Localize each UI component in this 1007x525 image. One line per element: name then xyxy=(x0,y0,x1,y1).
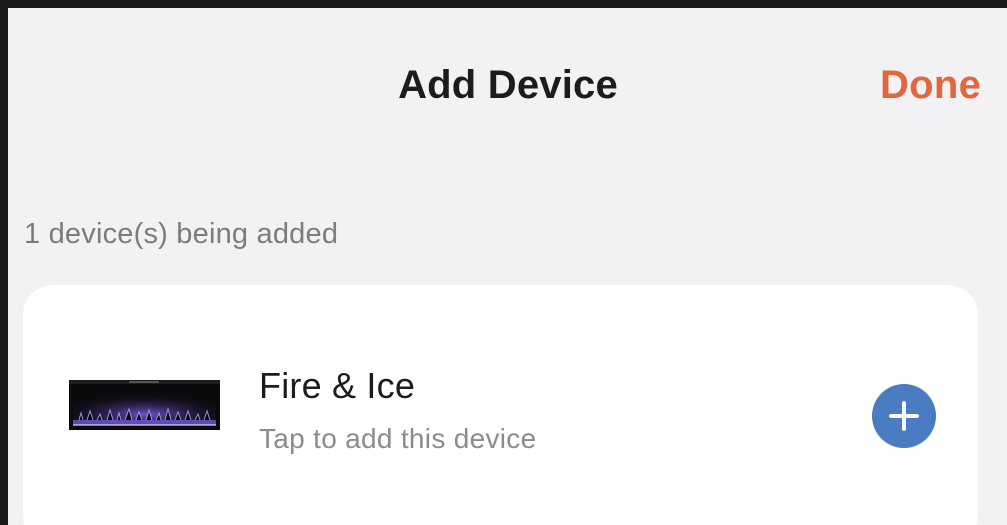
plus-icon xyxy=(889,401,919,431)
add-device-button[interactable] xyxy=(872,384,936,448)
device-card[interactable]: Fire & Ice Tap to add this device xyxy=(23,285,978,525)
devices-adding-caption: 1 device(s) being added xyxy=(24,218,339,250)
done-button[interactable]: Done xyxy=(880,63,981,108)
device-hint: Tap to add this device xyxy=(259,423,537,454)
device-name: Fire & Ice xyxy=(259,365,416,406)
page-title: Add Device xyxy=(398,63,618,107)
fireplace-image xyxy=(69,380,220,430)
app-screen: Add Device Done 1 device(s) being added xyxy=(0,0,1007,525)
